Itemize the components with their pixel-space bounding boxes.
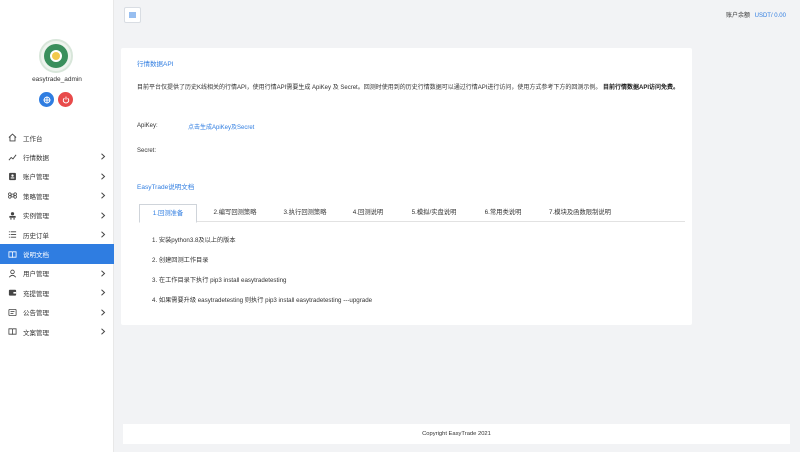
sidebar-item-users[interactable]: 用户管理 — [0, 264, 114, 283]
apikey-label: ApiKey: — [137, 123, 158, 129]
tab-run-strategy[interactable]: 3.执行回测策略 — [273, 204, 337, 222]
top-header: 账户余额 USDT/ 0.00 — [114, 0, 800, 30]
chevron-right-icon — [101, 289, 106, 296]
sidebar-item-documentation[interactable]: 说明文档 — [0, 244, 114, 264]
chevron-right-icon — [101, 231, 106, 238]
user-icon — [8, 269, 17, 278]
copyright-text: Copyright EasyTrade 2021 — [422, 431, 491, 437]
sidebar-item-market-data[interactable]: 行情数据 — [0, 147, 114, 166]
command-icon — [8, 191, 17, 200]
doc-tabs: 1.回测准备 2.编写回测策略 3.执行回测策略 4.回测说明 5.模拟/实盘说… — [139, 204, 685, 223]
book-icon — [8, 327, 17, 336]
logout-button[interactable] — [58, 92, 73, 107]
avatar-image — [44, 44, 68, 68]
step-item: 4. 如果需要升级 easytradetesting 则执行 pip3 inst… — [152, 297, 373, 304]
wallet-icon — [8, 288, 17, 297]
list-icon — [8, 230, 17, 239]
menu-icon — [129, 12, 136, 18]
generate-apikey-link[interactable]: 点击生成ApiKey及Secret — [188, 122, 254, 131]
chart-line-icon — [8, 153, 17, 162]
chevron-right-icon — [101, 308, 106, 316]
sidebar-item-deposits[interactable]: 充提管理 — [0, 283, 114, 302]
sidebar-item-copywriting[interactable]: 文案管理 — [0, 322, 114, 341]
chevron-right-icon — [101, 328, 106, 335]
chevron-right-icon — [101, 173, 106, 180]
book-icon — [8, 250, 17, 259]
notice-icon — [8, 308, 17, 317]
step-item: 2. 创建回测工作目录 — [152, 257, 209, 264]
tab-live-trading-notes[interactable]: 5.模拟/实盘说明 — [399, 204, 469, 222]
sidebar-item-strategies[interactable]: 策略管理 — [0, 186, 114, 205]
target-icon — [42, 95, 51, 104]
home-icon — [8, 133, 17, 142]
power-icon — [62, 96, 69, 103]
sidebar-item-label: 说明文档 — [23, 252, 49, 260]
account-balance: 账户余额 USDT/ 0.00 — [726, 10, 786, 19]
sidebar-item-accounts[interactable]: 账户管理 — [0, 167, 114, 186]
chevron-right-icon — [101, 270, 106, 277]
instance-icon — [8, 211, 17, 220]
balance-label: 账户余额 — [725, 13, 750, 19]
footer: Copyright EasyTrade 2021 — [123, 424, 790, 444]
tab-module-limits[interactable]: 7.模块及函数限制说明 — [537, 204, 623, 222]
api-free-note: 目前行情数据API访问免费。 — [603, 85, 680, 91]
tab-backtest-notes[interactable]: 4.回测说明 — [343, 204, 393, 222]
step-item: 1. 安装python3.8及以上的版本 — [152, 237, 236, 244]
chevron-right-icon — [101, 211, 106, 219]
sidebar-item-instances[interactable]: 实例管理 — [0, 206, 114, 225]
sidebar-menu: 工作台 行情数据 账户管理 策略管理 实例管理 历史订单 说明文档 用户管理 充… — [0, 128, 114, 341]
secret-label: Secret: — [137, 148, 157, 154]
chevron-right-icon — [101, 192, 106, 199]
settings-button[interactable] — [39, 92, 54, 107]
sidebar-item-dashboard[interactable]: 工作台 — [0, 128, 114, 147]
account-card-icon — [8, 172, 17, 181]
avatar[interactable] — [39, 39, 73, 73]
step-item: 3. 在工作目录下执行 pip3 install easytradetestin… — [152, 277, 287, 284]
sidebar-item-label: 工作台 — [23, 135, 43, 143]
sidebar-item-order-history[interactable]: 历史订单 — [0, 225, 114, 244]
doc-title: EasyTrade说明文档 — [137, 184, 195, 191]
username: easytrade_admin — [32, 76, 82, 83]
balance-value: USDT/ 0.00 — [754, 13, 786, 19]
section-title: 行情数据API — [137, 61, 174, 68]
api-description: 目前平台仅提供了历史K线相关的行情API，使用行情API需要生成 ApiKey … — [137, 82, 679, 91]
tab-backtest-prep[interactable]: 1.回测准备 — [139, 204, 197, 223]
chevron-right-icon — [101, 153, 106, 160]
sidebar-item-announcements[interactable]: 公告管理 — [0, 303, 114, 322]
documentation-card: 行情数据API 目前平台仅提供了历史K线相关的行情API，使用行情API需要生成… — [121, 48, 692, 325]
sidebar: easytrade_admin 工作台 行情数据 账户管理 策略管理 实例管理 — [0, 0, 114, 452]
api-description-text: 目前平台仅提供了历史K线相关的行情API，使用行情API需要生成 ApiKey … — [137, 85, 602, 91]
tab-write-strategy[interactable]: 2.编写回测策略 — [203, 204, 267, 222]
sidebar-toggle-button[interactable] — [124, 7, 141, 23]
tab-common-classes[interactable]: 6.常用类说明 — [475, 204, 531, 222]
